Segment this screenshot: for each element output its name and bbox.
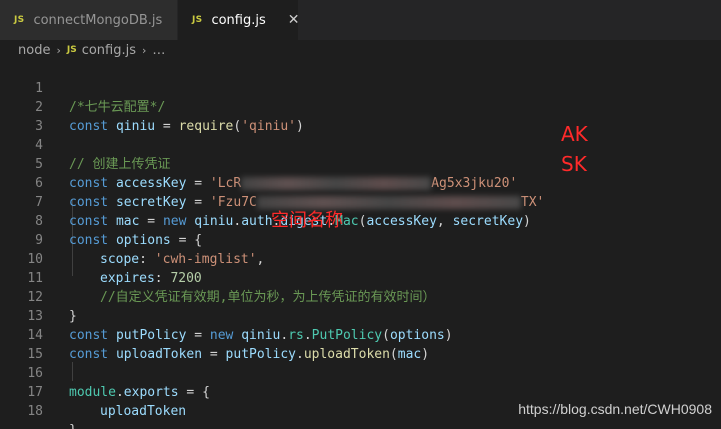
code-line: 18 } [0,383,76,429]
chevron-right-icon: › [142,43,147,57]
string-literal: 'Fzu7C [209,195,257,210]
keyword: new [209,328,234,343]
tab-connectmongodb[interactable]: JS connectMongoDB.js [0,0,178,40]
javascript-file-icon: JS [14,15,25,25]
keyword: const [69,347,109,362]
javascript-file-icon: JS [66,45,77,55]
class-name: PutPolicy [311,328,383,343]
breadcrumb: node › JS config.js › … [0,40,721,60]
keyword: const [69,119,109,134]
number-literal: 7200 [170,271,202,286]
annotation-ak: AK [561,122,588,146]
code-line: 7 const mac = new qiniu.auth.digest.Mac(… [0,174,531,229]
identifier: uploadToken [115,347,203,362]
function-call: uploadToken [303,347,390,362]
code-line: 16 module.exports = { [0,345,210,400]
breadcrumb-symbol[interactable]: … [152,43,165,58]
close-icon[interactable]: ✕ [288,12,300,28]
editor-tab-bar: JS connectMongoDB.js JS config.js ✕ [0,0,721,40]
identifier: uploadToken [100,404,187,419]
redacted-blur [241,177,432,190]
identifier: secretKey [115,195,187,210]
string-literal: 'LcR [209,176,242,191]
code-line: 8 const options = { [0,193,202,248]
code-line: 14 const uploadToken = putPolicy.uploadT… [0,307,429,362]
code-line: 5 const accessKey = 'LcR Ag5x3jku20' [0,136,517,191]
code-line: 1 /*七牛云配置*/ [0,60,165,115]
chevron-right-icon: › [56,43,61,57]
property-key: exports [123,385,179,400]
code-editor[interactable]: 1 /*七牛云配置*/ 2 const qiniu = require('qin… [0,60,721,429]
code-line: 2 const qiniu = require('qiniu') [0,79,304,134]
line-number: 18 [27,404,43,419]
comment: /*七牛云配置*/ [69,100,166,115]
identifier: mac [115,214,140,229]
keyword: new [162,214,187,229]
tab-label: config.js [211,12,266,28]
comment: //自定义凭证有效期,单位为秒，为上传凭证的有效时间） [100,290,436,305]
annotation-scope-note: 空间名称 [271,210,343,231]
code-line: 4 // 创建上传凭证 [0,117,170,172]
string-literal: 'qiniu' [241,119,297,134]
watermark: https://blog.csdn.net/CWH0908 [518,401,712,417]
string-literal: Ag5x3jku20' [431,176,518,191]
string-literal: 'cwh-imglist' [154,252,257,267]
keyword: const [69,195,109,210]
keyword: const [69,328,109,343]
annotation-sk: SK [561,152,587,176]
function-call: require [178,119,234,134]
code-line: 12 } [0,269,76,324]
breadcrumb-file[interactable]: config.js [82,43,136,58]
tab-config[interactable]: JS config.js ✕ [178,0,300,40]
code-line: 11 //自定义凭证有效期,单位为秒，为上传凭证的有效时间） [0,250,435,305]
code-line: 17 uploadToken [0,364,186,419]
code-line: 9 scope: 'cwh-imglist', [0,212,264,267]
property-key: expires [100,271,155,286]
identifier: qiniu [115,119,156,134]
indent-guide [72,362,73,381]
keyword: const [69,233,109,248]
keyword: const [69,176,109,191]
string-literal: TX' [520,195,545,210]
property-key: scope [100,252,140,267]
code-line: 3 [0,98,43,134]
breadcrumb-folder[interactable]: node [18,43,50,58]
identifier: options [115,233,171,248]
code-line: 10 expires: 7200 [0,231,201,286]
identifier: accessKey [115,176,187,191]
tab-label: connectMongoDB.js [33,12,163,28]
keyword: const [69,214,109,229]
comment: // 创建上传凭证 [69,157,171,172]
code-line: 13 const putPolicy = new qiniu.rs.PutPol… [0,288,452,343]
identifier: putPolicy [115,328,187,343]
code-line: 15 [0,326,43,362]
javascript-file-icon: JS [192,15,203,25]
code-line: 6 const secretKey = 'Fzu7C TX' [0,155,544,210]
